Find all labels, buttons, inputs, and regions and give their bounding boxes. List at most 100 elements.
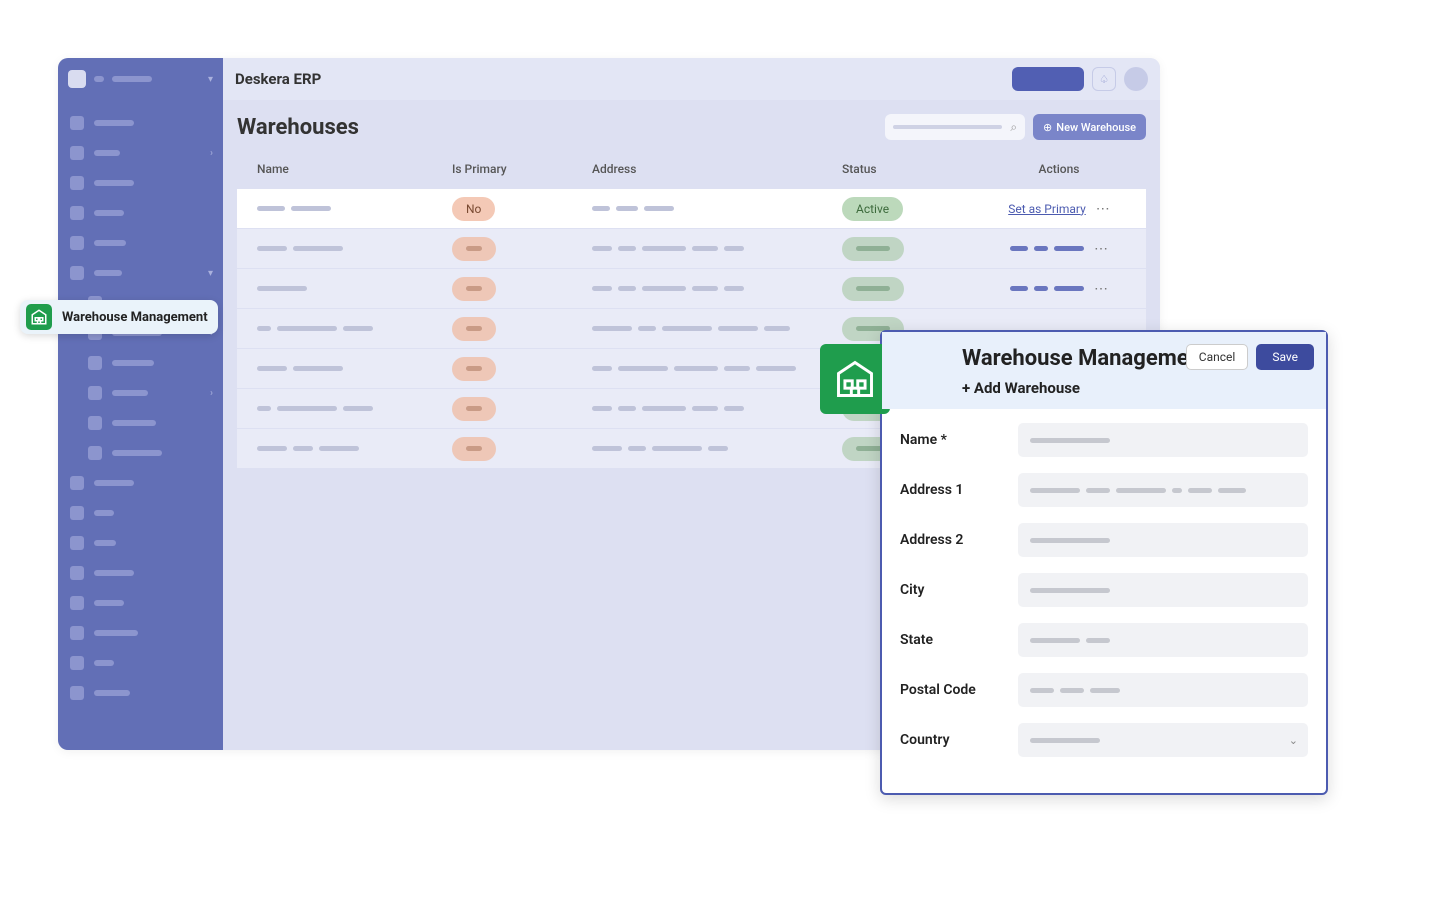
cell-is-primary [452, 356, 592, 381]
sidebar-item[interactable]: ▾ [58, 258, 223, 288]
sidebar-item[interactable] [58, 108, 223, 138]
placeholder [94, 600, 124, 606]
nav-icon [70, 596, 84, 610]
form-row-address2: Address 2 [900, 523, 1308, 557]
placeholder [94, 660, 114, 666]
app-title: Deskera ERP [235, 70, 321, 88]
input-postal[interactable] [1018, 673, 1308, 707]
label-name: Name * [900, 432, 1006, 448]
cell-address [592, 406, 842, 411]
sidebar-subitem[interactable] [58, 438, 223, 468]
more-icon[interactable]: ⋯ [1096, 201, 1110, 217]
cell-actions: ⋯ [992, 281, 1126, 297]
cell-name [257, 366, 452, 371]
status-pill [842, 237, 904, 261]
col-status: Status [842, 162, 992, 176]
nav-icon [70, 626, 84, 640]
col-actions: Actions [992, 162, 1126, 176]
app-logo [68, 70, 86, 88]
sidebar-item[interactable] [58, 468, 223, 498]
nav-icon [70, 566, 84, 580]
sidebar-item[interactable] [58, 198, 223, 228]
label-country: Country [900, 732, 1006, 748]
sidebar-item[interactable] [58, 588, 223, 618]
cell-address [592, 326, 842, 331]
label-city: City [900, 582, 1006, 598]
sidebar-item[interactable] [58, 498, 223, 528]
new-warehouse-button[interactable]: ⊕ New Warehouse [1033, 114, 1146, 140]
sidebar-item[interactable] [58, 648, 223, 678]
bell-icon[interactable]: ♤ [1092, 67, 1116, 91]
placeholder [112, 76, 152, 82]
col-address: Address [592, 162, 842, 176]
plus-icon: ⊕ [1043, 121, 1052, 134]
sidebar-item[interactable] [58, 618, 223, 648]
sidebar-item[interactable] [58, 558, 223, 588]
cell-name [257, 246, 452, 251]
avatar[interactable] [1124, 67, 1148, 91]
select-country[interactable]: ⌄ [1018, 723, 1308, 757]
sidebar-item[interactable] [58, 168, 223, 198]
placeholder [112, 360, 154, 366]
placeholder [94, 120, 134, 126]
save-button[interactable]: Save [1256, 344, 1314, 370]
chevron-down-icon[interactable]: ▾ [208, 74, 213, 85]
placeholder [94, 570, 134, 576]
sidebar-subitem[interactable]: › [58, 378, 223, 408]
topbar-actions: ♤ [1012, 67, 1148, 91]
label-address2: Address 2 [900, 532, 1006, 548]
sidebar-subitem[interactable] [58, 348, 223, 378]
table-row[interactable]: No Active Set as Primary ⋯ [237, 188, 1146, 228]
cell-address [592, 246, 842, 251]
sidebar-item[interactable] [58, 678, 223, 708]
content-header: Warehouses ⌕ ⊕ New Warehouse [237, 114, 1146, 140]
placeholder [94, 510, 114, 516]
cell-name [257, 206, 452, 211]
label-postal: Postal Code [900, 682, 1006, 698]
placeholder [94, 210, 124, 216]
primary-pill [452, 357, 496, 381]
label-state: State [900, 632, 1006, 648]
sidebar-header: ▾ [58, 58, 223, 100]
primary-pill [452, 237, 496, 261]
nav-icon [88, 416, 102, 430]
set-primary-link[interactable]: Set as Primary [1008, 202, 1086, 216]
sidebar-item[interactable] [58, 528, 223, 558]
input-address1[interactable] [1018, 473, 1308, 507]
cancel-button[interactable]: Cancel [1186, 344, 1249, 370]
more-icon[interactable]: ⋯ [1094, 241, 1108, 257]
nav-icon [70, 506, 84, 520]
action-placeholder[interactable] [1010, 286, 1084, 291]
status-pill [842, 277, 904, 301]
placeholder [94, 630, 138, 636]
nav-icon [70, 116, 84, 130]
nav-icon [70, 536, 84, 550]
nav-icon [70, 206, 84, 220]
cell-name [257, 446, 452, 451]
status-pill: Active [842, 197, 903, 221]
cell-name [257, 406, 452, 411]
sidebar-item[interactable]: › [58, 138, 223, 168]
table-row[interactable]: ⋯ [237, 228, 1146, 268]
action-placeholder[interactable] [1010, 246, 1084, 251]
input-address2[interactable] [1018, 523, 1308, 557]
input-city[interactable] [1018, 573, 1308, 607]
input-state[interactable] [1018, 623, 1308, 657]
form-row-city: City [900, 573, 1308, 607]
nav-icon [70, 656, 84, 670]
cell-is-primary [452, 236, 592, 261]
table-row[interactable]: ⋯ [237, 268, 1146, 308]
table-header: Name Is Primary Address Status Actions [237, 150, 1146, 188]
sidebar-subitem[interactable] [58, 408, 223, 438]
modal-buttons: Cancel Save [1186, 344, 1314, 370]
input-name[interactable] [1018, 423, 1308, 457]
primary-pill [452, 437, 496, 461]
cell-actions: Set as Primary ⋯ [992, 201, 1126, 217]
placeholder [893, 125, 1002, 129]
search-icon: ⌕ [1010, 120, 1017, 135]
sidebar-item[interactable] [58, 228, 223, 258]
search-input[interactable]: ⌕ [885, 114, 1025, 140]
topbar-primary-button[interactable] [1012, 67, 1084, 91]
placeholder [94, 240, 126, 246]
more-icon[interactable]: ⋯ [1094, 281, 1108, 297]
